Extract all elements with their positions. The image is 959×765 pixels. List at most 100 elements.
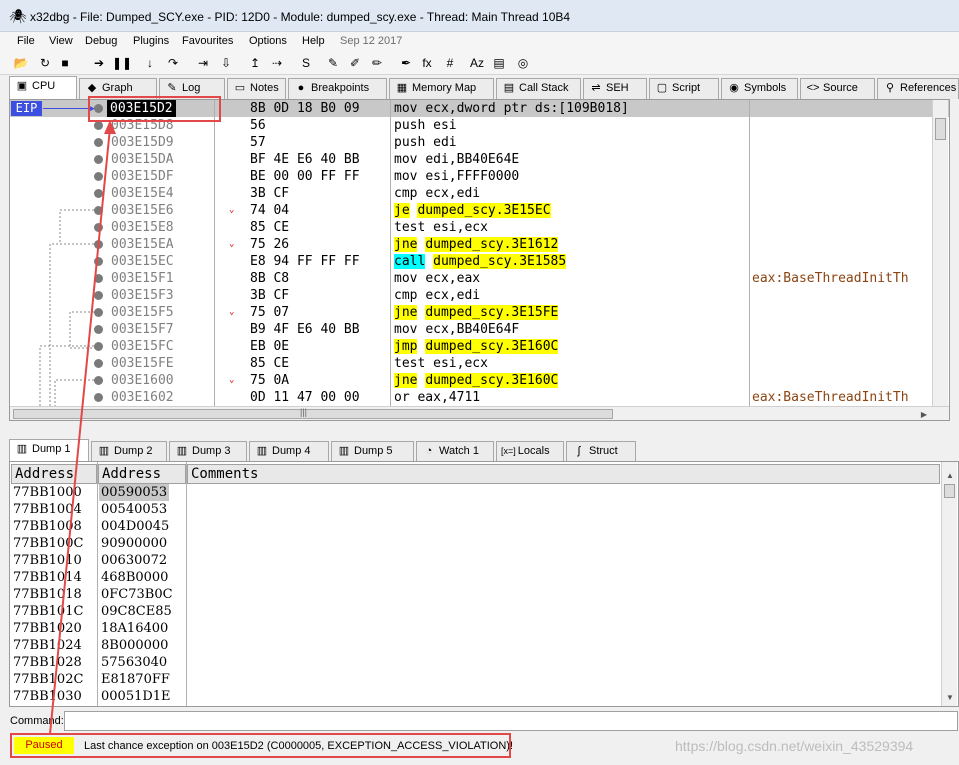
tab-references[interactable]: ⚲ References (877, 78, 959, 99)
dump-row[interactable]: 77BB1020 18A16400 (10, 620, 940, 637)
menu-options[interactable]: Options (249, 35, 287, 47)
dump-row[interactable]: 77BB1014 468B0000 (10, 569, 940, 586)
menu-debug[interactable]: Debug (85, 35, 117, 47)
tab-dump-2[interactable]: ▥ Dump 2 (91, 441, 167, 462)
menu-file[interactable]: File (17, 35, 35, 47)
disasm-row[interactable]: 003E15FE 85 CE test esi,ecx (10, 355, 949, 372)
dump-row[interactable]: 77BB1010 00630072 (10, 552, 940, 569)
run-to-user-code-icon[interactable]: ⇢ (268, 54, 286, 72)
disasm-row[interactable]: 003E15D8 56 push esi (10, 117, 949, 134)
dump-row[interactable]: 77BB1024 8B000000 (10, 637, 940, 654)
dump-row[interactable]: 77BB1030 00051D1E (10, 688, 940, 705)
disassembly-vertical-scrollbar[interactable] (932, 100, 948, 406)
execute-till-return-icon[interactable]: ↥ (246, 54, 264, 72)
tab-log[interactable]: ✎ Log (159, 78, 225, 99)
disasm-row[interactable]: 003E15DF BE 00 00 FF FF mov esi,FFFF0000 (10, 168, 949, 185)
tab-watch-1[interactable]: ◔ Watch 1 (416, 441, 494, 462)
dump-row[interactable]: 77BB1018 0FC73B0C (10, 586, 940, 603)
disasm-row[interactable]: 003E15FC EB 0E jmp dumped_scy.3E160C (10, 338, 949, 355)
menu-help[interactable]: Help (302, 35, 325, 47)
tab-struct[interactable]: ʃ Struct (566, 441, 636, 462)
tab-dump-4[interactable]: ▥ Dump 4 (249, 441, 329, 462)
disasm-row[interactable]: 003E15F5 ⌄ 75 07 jne dumped_scy.3E15FE (10, 304, 949, 321)
patch-icon[interactable]: ✎ (324, 54, 342, 72)
breakpoint-dot-icon[interactable] (94, 206, 103, 215)
dump-row[interactable]: 77BB100C 90900000 (10, 535, 940, 552)
breakpoint-dot-icon[interactable] (94, 342, 103, 351)
tab-graph[interactable]: ◆ Graph (79, 78, 157, 99)
disasm-row[interactable]: 003E15F7 B9 4F E6 40 BB mov ecx,BB40E64F (10, 321, 949, 338)
dump-row[interactable]: 77BB1008 004D0045 (10, 518, 940, 535)
dump-row[interactable]: 77BB101C 09C8CE85 (10, 603, 940, 620)
tab-breakpoints[interactable]: ● Breakpoints (288, 78, 387, 99)
disasm-row[interactable]: 003E15E8 85 CE test esi,ecx (10, 219, 949, 236)
tab-dump-5[interactable]: ▥ Dump 5 (331, 441, 414, 462)
dump-row[interactable]: 77BB1004 00540053 (10, 501, 940, 518)
bookmarks-icon[interactable]: ✒ (397, 54, 415, 72)
scroll-thumb[interactable] (935, 118, 946, 140)
variables-icon[interactable]: # (441, 54, 459, 72)
disasm-row[interactable]: 003E15E4 3B CF cmp ecx,edi (10, 185, 949, 202)
dump-vertical-scrollbar[interactable]: ▲ ▼ (941, 462, 958, 706)
disasm-row[interactable]: 003E15E6 ⌄ 74 04 je dumped_scy.3E15EC (10, 202, 949, 219)
menu-view[interactable]: View (49, 35, 73, 47)
tab-cpu[interactable]: ▣ CPU (9, 76, 77, 99)
trace-over-icon[interactable]: ⇩ (217, 54, 235, 72)
command-input[interactable] (64, 711, 958, 731)
labels-icon[interactable]: ✏ (368, 54, 386, 72)
breakpoint-dot-icon[interactable] (94, 138, 103, 147)
breakpoint-dot-icon[interactable] (94, 172, 103, 181)
disasm-row[interactable]: 003E1602 0D 11 47 00 00 or eax,4711 eax:Bas… (10, 389, 949, 406)
step-over-icon[interactable]: ↷ (164, 54, 182, 72)
disassembly-horizontal-scrollbar[interactable]: ||| ▶ (10, 406, 949, 420)
breakpoint-dot-icon[interactable] (94, 155, 103, 164)
dump-row[interactable]: 77BB1028 57563040 (10, 654, 940, 671)
functions-icon[interactable]: fx (418, 54, 436, 72)
breakpoint-dot-icon[interactable] (94, 274, 103, 283)
trace-into-icon[interactable]: ⇥ (194, 54, 212, 72)
disasm-row[interactable]: 003E15D9 57 push edi (10, 134, 949, 151)
breakpoint-dot-icon[interactable] (94, 325, 103, 334)
disasm-row[interactable]: 003E15F3 3B CF cmp ecx,edi (10, 287, 949, 304)
tab-call-stack[interactable]: ▤ Call Stack (496, 78, 581, 99)
tab-locals[interactable]: [x=] Locals (496, 441, 564, 462)
breakpoint-dot-icon[interactable] (94, 104, 103, 113)
tab-source[interactable]: <> Source (800, 78, 875, 99)
breakpoint-dot-icon[interactable] (94, 257, 103, 266)
restart-icon[interactable]: ↻ (36, 54, 54, 72)
tab-dump-3[interactable]: ▥ Dump 3 (169, 441, 247, 462)
breakpoint-dot-icon[interactable] (94, 393, 103, 402)
breakpoint-dot-icon[interactable] (94, 240, 103, 249)
scroll-right-icon[interactable]: ▶ (916, 407, 932, 420)
breakpoint-dot-icon[interactable] (94, 223, 103, 232)
breakpoint-dot-icon[interactable] (94, 308, 103, 317)
tab-symbols[interactable]: ◉ Symbols (721, 78, 798, 99)
tab-memory-map[interactable]: ▦ Memory Map (389, 78, 494, 99)
tab-dump-1[interactable]: ▥ Dump 1 (9, 439, 89, 462)
scroll-up-icon[interactable]: ▲ (942, 468, 958, 483)
dump-view[interactable]: Address Address Comments 77BB1000 0059005… (9, 461, 959, 707)
scylla-icon[interactable]: S (297, 54, 315, 72)
breakpoint-dot-icon[interactable] (94, 121, 103, 130)
menu-favourites[interactable]: Favourites (182, 35, 233, 47)
tab-notes[interactable]: ▭ Notes (227, 78, 286, 99)
scroll-down-icon[interactable]: ▼ (942, 690, 958, 705)
disasm-row[interactable]: 003E1600 ⌄ 75 0A jne dumped_scy.3E160C (10, 372, 949, 389)
pause-icon[interactable]: ❚❚ (112, 54, 132, 72)
close-icon[interactable]: ■ (56, 54, 74, 72)
disasm-row[interactable]: 003E15DA BF 4E E6 40 BB mov edi,BB40E64E (10, 151, 949, 168)
strings-icon[interactable]: Az (468, 54, 486, 72)
disassembly-view[interactable]: EIP ▶ 003E15D2 8B 0D 18 B0 09 mov ecx,dwor… (9, 99, 950, 421)
disasm-row[interactable]: 003E15F1 8B C8 mov ecx,eax eax:BaseThreadIn… (10, 270, 949, 287)
run-icon[interactable]: ➔ (90, 54, 108, 72)
breakpoint-dot-icon[interactable] (94, 376, 103, 385)
menu-plugins[interactable]: Plugins (133, 35, 169, 47)
dump-row[interactable]: 77BB1000 00590053 (10, 484, 940, 501)
comments-icon[interactable]: ✐ (346, 54, 364, 72)
breakpoint-dot-icon[interactable] (94, 291, 103, 300)
dump-row[interactable]: 77BB102C E81870FF (10, 671, 940, 688)
disasm-row[interactable]: 003E15D2 8B 0D 18 B0 09 mov ecx,dword ptr … (10, 100, 949, 117)
scroll-thumb[interactable] (13, 409, 613, 419)
globe-icon[interactable]: ◎ (514, 54, 532, 72)
scroll-thumb[interactable] (944, 484, 955, 498)
